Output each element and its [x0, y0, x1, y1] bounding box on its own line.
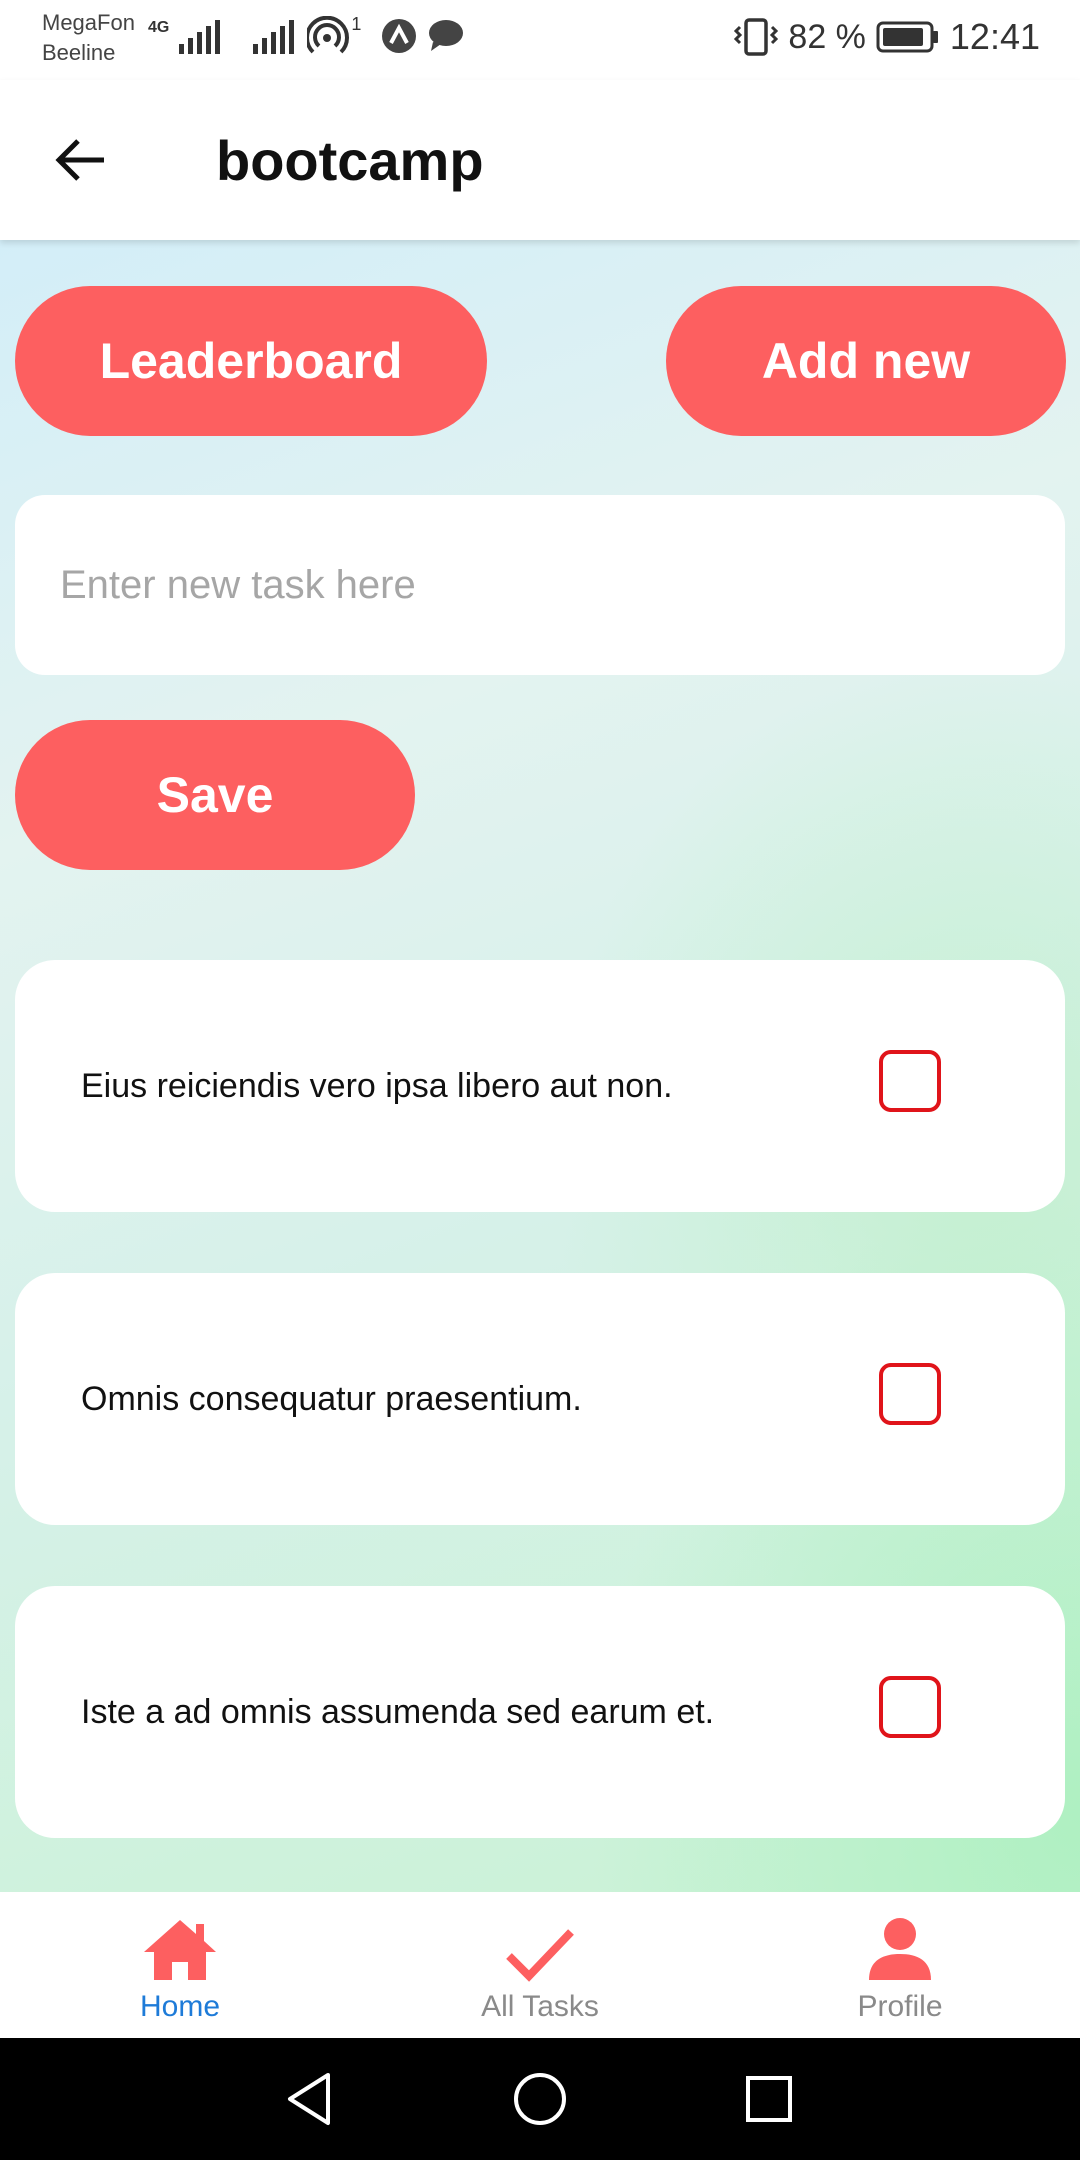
new-task-placeholder: Enter new task here	[60, 562, 416, 607]
task-text: Omnis consequatur praesentium.	[81, 1379, 582, 1418]
system-back-button[interactable]	[274, 2064, 344, 2134]
arrow-left-icon	[55, 139, 104, 181]
add-new-button[interactable]: Add new	[666, 286, 1066, 436]
system-home-button[interactable]	[505, 2064, 575, 2134]
nav-label-all-tasks: All Tasks	[481, 1990, 599, 2023]
person-icon	[869, 1918, 931, 1980]
bottom-navigation: Home All Tasks Profile	[0, 1892, 1080, 2038]
app-notification-icon	[382, 19, 417, 53]
system-recents-button[interactable]	[734, 2064, 804, 2134]
clock: 12:41	[949, 16, 1040, 57]
nav-item-profile[interactable]: Profile	[750, 1892, 1050, 2038]
hotspot-icon	[307, 16, 350, 54]
task-text: Iste a ad omnis assumenda sed earum et.	[81, 1692, 715, 1731]
task-checkbox[interactable]	[879, 1050, 941, 1112]
carrier-1: MegaFon	[42, 10, 135, 35]
back-button[interactable]	[40, 110, 120, 210]
task-checkbox[interactable]	[879, 1363, 941, 1425]
new-task-input[interactable]: Enter new task here	[15, 495, 1065, 675]
page-title: bootcamp	[216, 129, 484, 192]
battery-percent: 82 %	[788, 17, 866, 56]
network-type-label: 4G	[148, 19, 170, 36]
home-icon	[144, 1920, 216, 1980]
square-recents-icon	[746, 2076, 792, 2122]
task-checkbox[interactable]	[879, 1676, 941, 1738]
nav-label-profile: Profile	[857, 1990, 943, 2023]
task-card: Eius reiciendis vero ipsa libero aut non…	[15, 960, 1065, 1212]
signal-icon	[179, 20, 221, 54]
leaderboard-button[interactable]: Leaderboard	[15, 286, 487, 436]
signal-icon	[253, 20, 295, 54]
status-icons-left: 4G 1	[148, 13, 465, 56]
check-icon	[506, 1929, 574, 1982]
circle-home-icon	[514, 2073, 566, 2125]
nav-item-all-tasks[interactable]: All Tasks	[390, 1892, 690, 2038]
app-bar: bootcamp	[0, 80, 1080, 240]
hotspot-count: 1	[351, 13, 362, 34]
message-icon	[429, 20, 464, 51]
system-navigation-bar	[0, 2038, 1080, 2160]
task-text: Eius reiciendis vero ipsa libero aut non…	[81, 1066, 673, 1105]
carrier-2: Beeline	[42, 40, 116, 65]
status-icons-right: 82 % 12:41	[734, 12, 1040, 62]
vibrate-icon	[734, 18, 779, 56]
nav-item-home[interactable]: Home	[30, 1892, 330, 2038]
triangle-back-icon	[288, 2073, 330, 2125]
battery-icon	[876, 21, 938, 53]
task-card: Iste a ad omnis assumenda sed earum et.	[15, 1586, 1065, 1838]
nav-label-home: Home	[139, 1990, 221, 2023]
carrier-info: MegaFon Beeline	[42, 8, 135, 68]
save-button[interactable]: Save	[15, 720, 415, 870]
status-bar: MegaFon Beeline 4G 1 82 % 12:41	[0, 0, 1080, 80]
task-card: Omnis consequatur praesentium.	[15, 1273, 1065, 1525]
main-content: Leaderboard Add new Enter new task here …	[0, 240, 1080, 1892]
